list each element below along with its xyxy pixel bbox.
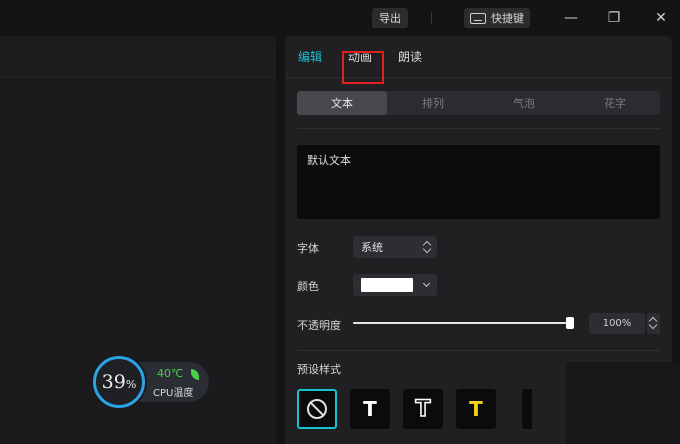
minimize-glyph: — (564, 10, 578, 26)
opacity-stepper[interactable] (647, 313, 660, 334)
text-style-icon: T (415, 396, 432, 423)
cpu-usage-unit: % (125, 378, 137, 391)
subtab-text[interactable]: 文本 (297, 91, 387, 115)
opacity-slider-handle[interactable] (566, 317, 574, 329)
subtab-arrange-label: 排列 (422, 97, 444, 110)
close-icon[interactable]: ✕ (652, 9, 670, 27)
title-bar: 导出 快捷键 — ❐ ✕ (0, 0, 680, 36)
text-style-icon: T (363, 397, 377, 421)
opacity-label: 不透明度 (297, 319, 341, 332)
keyboard-icon (470, 12, 486, 24)
text-content-input[interactable]: 默认文本 (297, 145, 660, 219)
preset-yellow[interactable]: T (456, 389, 496, 429)
shortcut-button[interactable]: 快捷键 (464, 8, 530, 28)
no-style-icon (307, 399, 327, 419)
color-label: 颜色 (297, 280, 319, 293)
preview-header (0, 36, 276, 78)
title-separator (431, 12, 432, 24)
subtab-arrange[interactable]: 排列 (388, 91, 478, 115)
opacity-input[interactable]: 100% (589, 313, 645, 334)
subtab-text-label: 文本 (331, 97, 353, 110)
divider (297, 350, 660, 351)
cpu-temp-widget[interactable]: 39% 40℃ CPU温度 (93, 356, 209, 408)
font-label: 字体 (297, 242, 319, 255)
tab-edit[interactable]: 编辑 (298, 48, 322, 65)
cpu-temperature: 40℃ (157, 367, 184, 380)
shortcut-label: 快捷键 (491, 12, 524, 25)
minimize-icon[interactable]: — (562, 9, 580, 27)
restore-glyph: ❐ (607, 10, 621, 26)
preset-style-label: 预设样式 (297, 363, 341, 376)
text-content-value: 默认文本 (307, 154, 351, 167)
subtab-bar: 文本 排列 气泡 花字 (297, 91, 660, 115)
divider (297, 128, 660, 129)
subtab-bubble[interactable]: 气泡 (479, 91, 569, 115)
cpu-usage-number: 39 (101, 371, 126, 393)
preset-partial[interactable] (522, 389, 532, 429)
subtab-bubble-label: 气泡 (513, 97, 535, 110)
opacity-value: 100% (602, 318, 632, 329)
subtab-fancy-text[interactable]: 花字 (570, 91, 660, 115)
highlight-box (342, 51, 384, 84)
chevron-down-icon (422, 279, 431, 288)
font-value: 系统 (361, 241, 383, 254)
opacity-slider-track[interactable] (353, 322, 570, 324)
color-swatch (361, 278, 413, 292)
updown-icon (424, 240, 431, 254)
occluded-area (566, 362, 680, 444)
export-button[interactable]: 导出 (372, 8, 408, 28)
font-select[interactable]: 系统 (353, 236, 437, 258)
text-style-icon: T (469, 397, 483, 421)
updown-icon (650, 316, 657, 330)
preset-none[interactable] (297, 389, 337, 429)
color-picker[interactable] (353, 274, 437, 296)
tab-read-aloud[interactable]: 朗读 (398, 48, 422, 65)
export-label: 导出 (379, 12, 401, 25)
cpu-usage-ring: 39% (93, 356, 145, 408)
cpu-label: CPU温度 (153, 388, 194, 399)
restore-icon[interactable]: ❐ (605, 9, 623, 27)
close-glyph: ✕ (655, 10, 667, 26)
subtab-fancy-label: 花字 (604, 97, 626, 110)
preset-white[interactable]: T (350, 389, 390, 429)
preset-outline[interactable]: T (403, 389, 443, 429)
cpu-usage-value: 39% (102, 371, 137, 393)
